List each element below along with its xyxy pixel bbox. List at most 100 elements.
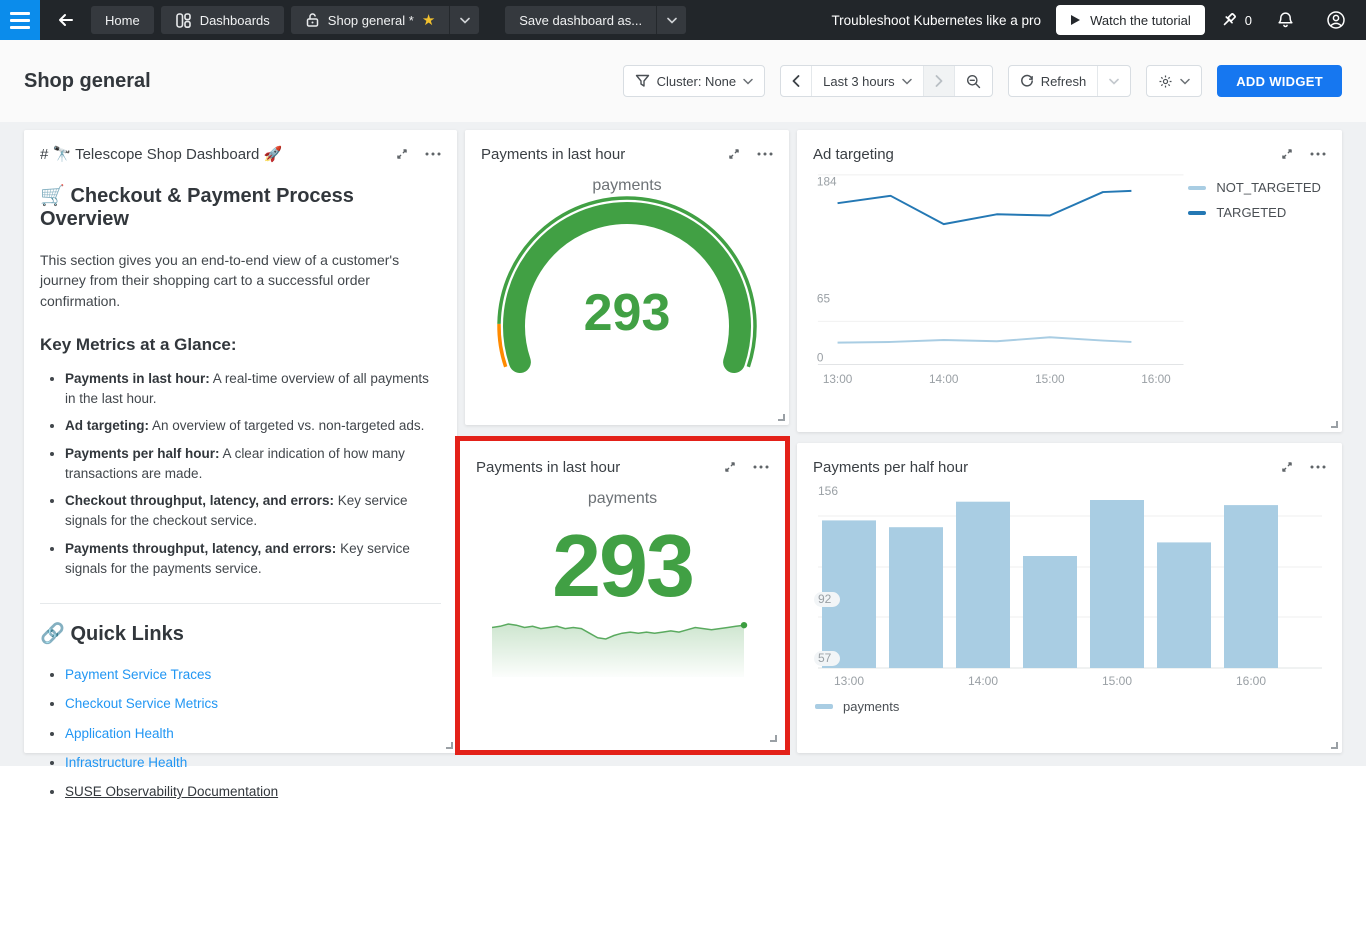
- refresh-control: Refresh: [1008, 65, 1132, 97]
- quick-link[interactable]: Infrastructure Health: [65, 755, 187, 770]
- time-range-control: Last 3 hours: [780, 65, 993, 97]
- dashboard-grid: # 🔭 Telescope Shop Dashboard 🚀 🛒 Checkou…: [0, 122, 1366, 766]
- expand-icon[interactable]: [1280, 460, 1294, 474]
- unlock-icon: [305, 12, 320, 28]
- kebab-menu-icon[interactable]: [753, 465, 769, 469]
- refresh-icon: [1020, 74, 1034, 88]
- favorite-star-icon[interactable]: ★: [422, 13, 435, 28]
- top-navigation-bar: Home Dashboards Shop general * ★ Save da…: [0, 0, 1366, 40]
- pin-count-badge: 0: [1245, 13, 1252, 28]
- payments-per-half-hour-widget: Payments per half hour 156925713:0014:00…: [797, 443, 1342, 753]
- kebab-menu-icon[interactable]: [1310, 465, 1326, 469]
- legend-item-not-targeted[interactable]: NOT_TARGETED: [1188, 180, 1326, 195]
- pin-icon: [1220, 11, 1238, 29]
- tab-shop-general-label: Shop general *: [328, 13, 414, 28]
- widget-title: Payments per half hour: [813, 459, 968, 476]
- expand-icon[interactable]: [395, 147, 409, 161]
- tab-options-chevron-button[interactable]: [449, 6, 479, 34]
- gauge-metric-label: payments: [481, 177, 773, 195]
- resize-handle[interactable]: [770, 735, 777, 742]
- kebab-menu-icon[interactable]: [757, 152, 773, 156]
- chevron-down-icon: [460, 17, 470, 24]
- svg-text:57: 57: [818, 651, 832, 665]
- bar-chart: 156925713:0014:0015:0016:00: [813, 479, 1326, 691]
- expand-icon[interactable]: [727, 147, 741, 161]
- add-widget-button[interactable]: ADD WIDGET: [1217, 65, 1342, 97]
- payments-number-widget: Payments in last hour payments 293: [464, 445, 781, 746]
- bell-icon: [1277, 11, 1294, 29]
- quick-link[interactable]: Checkout Service Metrics: [65, 696, 218, 711]
- legend-item-targeted[interactable]: TARGETED: [1188, 205, 1326, 220]
- svg-text:13:00: 13:00: [834, 674, 864, 688]
- hamburger-menu-button[interactable]: [0, 0, 40, 40]
- sparkline-chart: [492, 619, 754, 683]
- expand-icon[interactable]: [723, 460, 737, 474]
- markdown-intro: This section gives you an end-to-end vie…: [40, 250, 441, 311]
- metrics-heading: Key Metrics at a Glance:: [40, 335, 441, 355]
- quick-links-heading: 🔗 Quick Links: [40, 621, 441, 646]
- resize-handle[interactable]: [778, 414, 785, 421]
- cluster-filter-button[interactable]: Cluster: None: [624, 66, 764, 96]
- time-range-button[interactable]: Last 3 hours: [811, 66, 923, 96]
- pinned-items-button[interactable]: 0: [1220, 11, 1252, 29]
- svg-text:16:00: 16:00: [1236, 674, 1266, 688]
- resize-handle[interactable]: [446, 742, 453, 749]
- quick-link[interactable]: Application Health: [65, 726, 174, 741]
- expand-icon[interactable]: [1280, 147, 1294, 161]
- svg-text:184: 184: [817, 176, 837, 189]
- quick-link[interactable]: SUSE Observability Documentation: [65, 784, 278, 799]
- widget-title: Payments in last hour: [481, 146, 625, 163]
- promo-text: Troubleshoot Kubernetes like a pro: [831, 13, 1041, 28]
- tab-shop-general[interactable]: Shop general * ★: [291, 6, 449, 34]
- widget-title: Ad targeting: [813, 146, 894, 163]
- quick-link-item: Infrastructure Health: [65, 753, 441, 773]
- legend-swatch: [815, 704, 833, 709]
- divider: [40, 603, 441, 604]
- resize-handle[interactable]: [1331, 421, 1338, 428]
- save-dashboard-as-button[interactable]: Save dashboard as...: [505, 6, 656, 34]
- watch-tutorial-button[interactable]: Watch the tutorial: [1056, 5, 1205, 35]
- notifications-button[interactable]: [1267, 2, 1303, 38]
- chevron-left-icon: [792, 75, 800, 87]
- chevron-down-icon: [1180, 78, 1190, 85]
- refresh-options-button[interactable]: [1097, 66, 1130, 96]
- kebab-menu-icon[interactable]: [425, 152, 441, 156]
- legend-swatch: [1188, 186, 1206, 190]
- svg-text:293: 293: [584, 284, 671, 342]
- time-forward-button[interactable]: [923, 66, 954, 96]
- highlight-outline: Payments in last hour payments 293: [455, 436, 790, 755]
- time-range-label: Last 3 hours: [823, 74, 895, 89]
- kebab-menu-icon[interactable]: [1310, 152, 1326, 156]
- svg-text:92: 92: [818, 592, 832, 606]
- svg-text:13:00: 13:00: [823, 373, 853, 386]
- quick-link[interactable]: Payment Service Traces: [65, 667, 211, 682]
- cluster-filter-label: Cluster: None: [657, 74, 736, 89]
- gear-icon: [1158, 74, 1173, 89]
- zoom-out-time-button[interactable]: [954, 66, 992, 96]
- tab-dashboards[interactable]: Dashboards: [161, 6, 284, 34]
- play-icon: [1070, 14, 1081, 26]
- quick-links-list: Payment Service Traces Checkout Service M…: [40, 665, 441, 802]
- tab-home[interactable]: Home: [91, 6, 154, 34]
- metric-item: Checkout throughput, latency, and errors…: [65, 491, 441, 532]
- dashboard-settings-button[interactable]: [1147, 66, 1201, 96]
- payments-value: 293: [476, 522, 769, 610]
- back-button[interactable]: [48, 2, 84, 38]
- page-title: Shop general: [24, 70, 151, 93]
- bar-chart-legend[interactable]: payments: [813, 699, 1326, 714]
- metric-item: Payments per half hour: A clear indicati…: [65, 444, 441, 485]
- line-chart: 18465013:0014:0015:0016:00: [813, 166, 1188, 398]
- arrow-left-icon: [57, 11, 75, 29]
- save-dashboard-chevron-button[interactable]: [656, 6, 686, 34]
- user-menu-button[interactable]: [1318, 2, 1354, 38]
- zoom-out-icon: [966, 74, 981, 89]
- save-dashboard-group: Save dashboard as...: [505, 6, 686, 34]
- funnel-icon: [635, 74, 650, 88]
- refresh-button[interactable]: Refresh: [1009, 66, 1098, 96]
- dashboards-icon: [175, 12, 192, 29]
- widget-title: # 🔭 Telescope Shop Dashboard 🚀: [40, 145, 282, 163]
- chevron-down-icon: [667, 17, 677, 24]
- time-back-button[interactable]: [781, 66, 811, 96]
- resize-handle[interactable]: [1331, 742, 1338, 749]
- chevron-down-icon: [902, 78, 912, 85]
